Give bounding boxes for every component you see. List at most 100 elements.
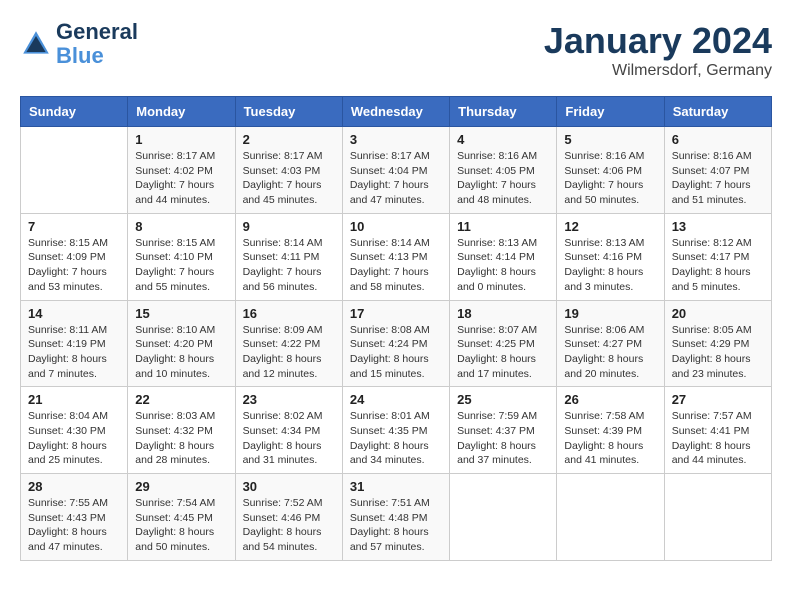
day-info: Sunrise: 8:09 AMSunset: 4:22 PMDaylight:… bbox=[243, 323, 335, 382]
calendar-cell bbox=[664, 474, 771, 561]
day-info: Sunrise: 8:17 AMSunset: 4:04 PMDaylight:… bbox=[350, 149, 442, 208]
day-number: 6 bbox=[672, 132, 764, 147]
day-number: 24 bbox=[350, 392, 442, 407]
calendar-cell: 8 Sunrise: 8:15 AMSunset: 4:10 PMDaylight… bbox=[128, 213, 235, 300]
weekday-header: Sunday bbox=[21, 97, 128, 127]
day-number: 22 bbox=[135, 392, 227, 407]
calendar-week-row: 7 Sunrise: 8:15 AMSunset: 4:09 PMDaylight… bbox=[21, 213, 772, 300]
calendar-cell: 19Sunrise: 8:06 AMSunset: 4:27 PMDayligh… bbox=[557, 300, 664, 387]
weekday-header: Tuesday bbox=[235, 97, 342, 127]
day-info: Sunrise: 8:02 AMSunset: 4:34 PMDaylight:… bbox=[243, 409, 335, 468]
calendar-cell: 3 Sunrise: 8:17 AMSunset: 4:04 PMDaylight… bbox=[342, 127, 449, 214]
day-info: Sunrise: 7:58 AMSunset: 4:39 PMDaylight:… bbox=[564, 409, 656, 468]
day-info: Sunrise: 8:15 AMSunset: 4:09 PMDaylight:… bbox=[28, 236, 120, 295]
day-number: 5 bbox=[564, 132, 656, 147]
day-info: Sunrise: 8:17 AMSunset: 4:02 PMDaylight:… bbox=[135, 149, 227, 208]
day-number: 28 bbox=[28, 479, 120, 494]
calendar-cell: 18 Sunrise: 8:07 AMSunset: 4:25 PMDayligh… bbox=[450, 300, 557, 387]
calendar-cell: 7 Sunrise: 8:15 AMSunset: 4:09 PMDaylight… bbox=[21, 213, 128, 300]
day-number: 23 bbox=[243, 392, 335, 407]
day-info: Sunrise: 8:13 AMSunset: 4:16 PMDaylight:… bbox=[564, 236, 656, 295]
day-number: 31 bbox=[350, 479, 442, 494]
day-info: Sunrise: 7:51 AMSunset: 4:48 PMDaylight:… bbox=[350, 496, 442, 555]
month-title: January 2024 bbox=[544, 20, 772, 62]
calendar-body: 1 Sunrise: 8:17 AMSunset: 4:02 PMDaylight… bbox=[21, 127, 772, 561]
calendar-cell: 1 Sunrise: 8:17 AMSunset: 4:02 PMDaylight… bbox=[128, 127, 235, 214]
day-info: Sunrise: 8:14 AMSunset: 4:11 PMDaylight:… bbox=[243, 236, 335, 295]
calendar-cell: 25 Sunrise: 7:59 AMSunset: 4:37 PMDayligh… bbox=[450, 387, 557, 474]
calendar-cell: 31 Sunrise: 7:51 AMSunset: 4:48 PMDayligh… bbox=[342, 474, 449, 561]
calendar-cell: 9 Sunrise: 8:14 AMSunset: 4:11 PMDaylight… bbox=[235, 213, 342, 300]
day-number: 3 bbox=[350, 132, 442, 147]
logo: General Blue bbox=[20, 20, 138, 68]
day-info: Sunrise: 8:13 AMSunset: 4:14 PMDaylight:… bbox=[457, 236, 549, 295]
day-info: Sunrise: 8:11 AMSunset: 4:19 PMDaylight:… bbox=[28, 323, 120, 382]
day-number: 21 bbox=[28, 392, 120, 407]
day-number: 30 bbox=[243, 479, 335, 494]
calendar-week-row: 28 Sunrise: 7:55 AMSunset: 4:43 PMDayligh… bbox=[21, 474, 772, 561]
calendar-cell: 16 Sunrise: 8:09 AMSunset: 4:22 PMDayligh… bbox=[235, 300, 342, 387]
calendar-cell: 27Sunrise: 7:57 AMSunset: 4:41 PMDayligh… bbox=[664, 387, 771, 474]
day-info: Sunrise: 7:54 AMSunset: 4:45 PMDaylight:… bbox=[135, 496, 227, 555]
calendar-cell: 4Sunrise: 8:16 AMSunset: 4:05 PMDaylight… bbox=[450, 127, 557, 214]
calendar-week-row: 21 Sunrise: 8:04 AMSunset: 4:30 PMDayligh… bbox=[21, 387, 772, 474]
day-number: 7 bbox=[28, 219, 120, 234]
day-info: Sunrise: 8:07 AMSunset: 4:25 PMDaylight:… bbox=[457, 323, 549, 382]
day-number: 18 bbox=[457, 306, 549, 321]
weekday-header-row: SundayMondayTuesdayWednesdayThursdayFrid… bbox=[21, 97, 772, 127]
day-info: Sunrise: 8:04 AMSunset: 4:30 PMDaylight:… bbox=[28, 409, 120, 468]
day-number: 16 bbox=[243, 306, 335, 321]
day-info: Sunrise: 8:08 AMSunset: 4:24 PMDaylight:… bbox=[350, 323, 442, 382]
day-number: 1 bbox=[135, 132, 227, 147]
calendar-cell bbox=[557, 474, 664, 561]
weekday-header: Saturday bbox=[664, 97, 771, 127]
logo-text: General Blue bbox=[56, 20, 138, 68]
page-header: General Blue January 2024 Wilmersdorf, G… bbox=[20, 20, 772, 80]
day-info: Sunrise: 7:57 AMSunset: 4:41 PMDaylight:… bbox=[672, 409, 764, 468]
day-info: Sunrise: 8:14 AMSunset: 4:13 PMDaylight:… bbox=[350, 236, 442, 295]
calendar-cell: 29 Sunrise: 7:54 AMSunset: 4:45 PMDayligh… bbox=[128, 474, 235, 561]
calendar-cell: 15 Sunrise: 8:10 AMSunset: 4:20 PMDayligh… bbox=[128, 300, 235, 387]
weekday-header: Monday bbox=[128, 97, 235, 127]
title-block: January 2024 Wilmersdorf, Germany bbox=[544, 20, 772, 80]
day-number: 26 bbox=[564, 392, 656, 407]
calendar-cell bbox=[21, 127, 128, 214]
day-number: 10 bbox=[350, 219, 442, 234]
day-info: Sunrise: 8:05 AMSunset: 4:29 PMDaylight:… bbox=[672, 323, 764, 382]
day-number: 13 bbox=[672, 219, 764, 234]
weekday-header: Friday bbox=[557, 97, 664, 127]
day-info: Sunrise: 7:59 AMSunset: 4:37 PMDaylight:… bbox=[457, 409, 549, 468]
calendar-cell: 10 Sunrise: 8:14 AMSunset: 4:13 PMDayligh… bbox=[342, 213, 449, 300]
day-number: 9 bbox=[243, 219, 335, 234]
calendar-header: SundayMondayTuesdayWednesdayThursdayFrid… bbox=[21, 97, 772, 127]
day-number: 17 bbox=[350, 306, 442, 321]
day-number: 4 bbox=[457, 132, 549, 147]
logo-icon bbox=[20, 28, 52, 60]
calendar-week-row: 14Sunrise: 8:11 AMSunset: 4:19 PMDayligh… bbox=[21, 300, 772, 387]
day-number: 15 bbox=[135, 306, 227, 321]
day-number: 25 bbox=[457, 392, 549, 407]
day-info: Sunrise: 8:03 AMSunset: 4:32 PMDaylight:… bbox=[135, 409, 227, 468]
calendar-table: SundayMondayTuesdayWednesdayThursdayFrid… bbox=[20, 96, 772, 561]
calendar-cell: 12Sunrise: 8:13 AMSunset: 4:16 PMDayligh… bbox=[557, 213, 664, 300]
calendar-cell: 6 Sunrise: 8:16 AMSunset: 4:07 PMDaylight… bbox=[664, 127, 771, 214]
day-number: 8 bbox=[135, 219, 227, 234]
day-number: 11 bbox=[457, 219, 549, 234]
calendar-cell: 30Sunrise: 7:52 AMSunset: 4:46 PMDayligh… bbox=[235, 474, 342, 561]
day-number: 2 bbox=[243, 132, 335, 147]
day-number: 29 bbox=[135, 479, 227, 494]
calendar-cell bbox=[450, 474, 557, 561]
calendar-week-row: 1 Sunrise: 8:17 AMSunset: 4:02 PMDaylight… bbox=[21, 127, 772, 214]
day-number: 19 bbox=[564, 306, 656, 321]
day-info: Sunrise: 8:16 AMSunset: 4:07 PMDaylight:… bbox=[672, 149, 764, 208]
day-info: Sunrise: 7:55 AMSunset: 4:43 PMDaylight:… bbox=[28, 496, 120, 555]
day-info: Sunrise: 8:15 AMSunset: 4:10 PMDaylight:… bbox=[135, 236, 227, 295]
location: Wilmersdorf, Germany bbox=[544, 62, 772, 80]
day-number: 20 bbox=[672, 306, 764, 321]
day-info: Sunrise: 8:10 AMSunset: 4:20 PMDaylight:… bbox=[135, 323, 227, 382]
calendar-cell: 23 Sunrise: 8:02 AMSunset: 4:34 PMDayligh… bbox=[235, 387, 342, 474]
calendar-cell: 5Sunrise: 8:16 AMSunset: 4:06 PMDaylight… bbox=[557, 127, 664, 214]
weekday-header: Thursday bbox=[450, 97, 557, 127]
calendar-cell: 24Sunrise: 8:01 AMSunset: 4:35 PMDayligh… bbox=[342, 387, 449, 474]
weekday-header: Wednesday bbox=[342, 97, 449, 127]
